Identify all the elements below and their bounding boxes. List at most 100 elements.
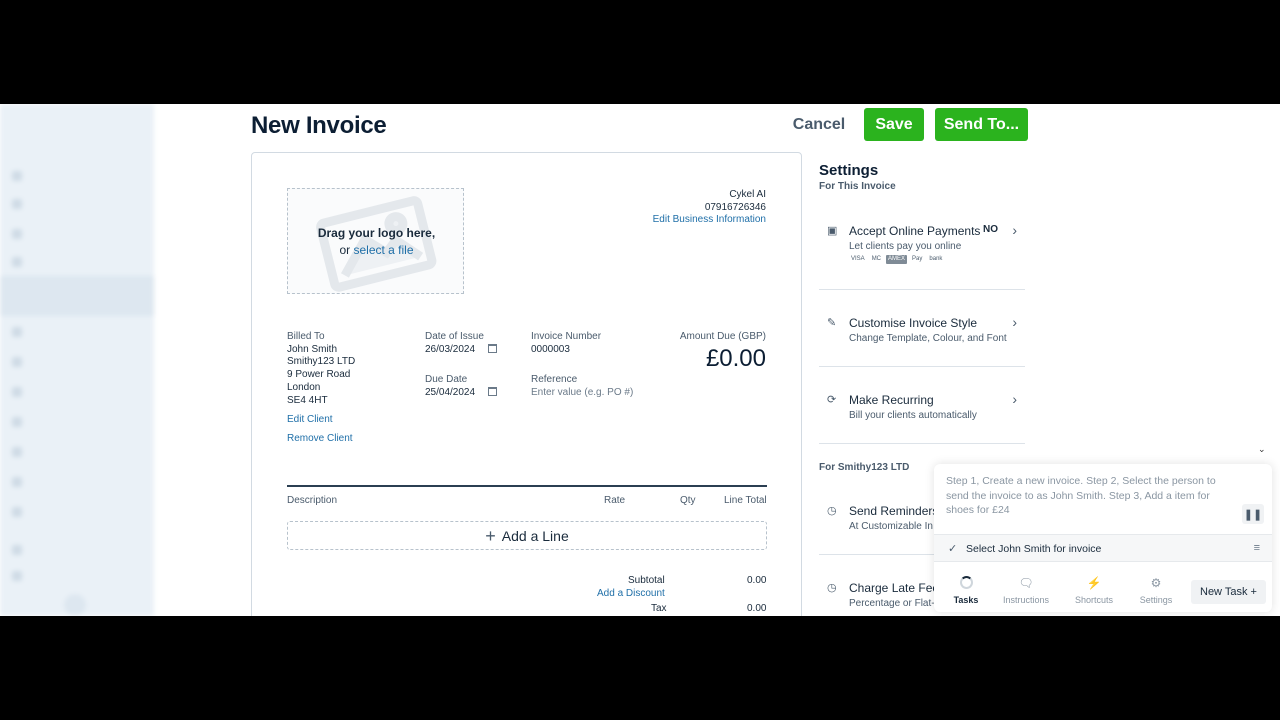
billed-to-label: Billed To xyxy=(287,331,325,342)
avatar[interactable] xyxy=(64,594,86,616)
sidebar-item[interactable] xyxy=(12,570,132,582)
spinner-icon xyxy=(959,575,973,589)
option-title: Make Recurring xyxy=(849,393,934,407)
tab-shortcuts[interactable]: ⚡ Shortcuts xyxy=(1064,572,1124,608)
sidebar-item[interactable] xyxy=(12,506,132,518)
subtotal-value: 0.00 xyxy=(747,575,767,586)
plus-icon: + xyxy=(485,525,496,546)
amount-due: Amount Due (GBP) £0.00 xyxy=(680,331,766,373)
plus-icon: + xyxy=(1250,586,1257,598)
sidebar-item[interactable] xyxy=(12,544,132,556)
page-title: New Invoice xyxy=(251,112,387,139)
payment-icon: ▣ xyxy=(827,225,838,237)
option-subtitle: At Customizable In xyxy=(849,521,933,532)
client-postcode: SE4 4HT xyxy=(287,394,328,406)
add-discount-link[interactable]: Add a Discount xyxy=(597,588,665,599)
assistant-panel: Step 1, Create a new invoice. Step 2, Se… xyxy=(934,464,1272,612)
date-of-issue[interactable]: Date of Issue 26/03/2024 xyxy=(425,331,498,356)
column-rate: Rate xyxy=(604,495,626,506)
sidebar-item[interactable] xyxy=(12,198,132,210)
assistant-nav: Tasks 🗨 Instructions ⚡ Shortcuts ⚙ Setti… xyxy=(934,568,1272,612)
sidebar-item[interactable] xyxy=(12,386,132,398)
sidebar-item[interactable] xyxy=(12,170,132,182)
amount-due-label: Amount Due (GBP) xyxy=(679,331,766,342)
logo-dropzone-text: Drag your logo here, or select a file xyxy=(288,225,463,259)
settings-title: Settings xyxy=(819,162,879,179)
column-description: Description xyxy=(287,495,338,506)
select-file-link[interactable]: select a file xyxy=(353,243,413,257)
logo-drop-hint: Drag your logo here, xyxy=(317,226,436,240)
late-fee-icon: ◷ xyxy=(827,582,837,594)
invoice-number[interactable]: Invoice Number 0000003 xyxy=(531,331,601,356)
visa-icon: VISA xyxy=(851,256,865,262)
chevron-right-icon: › xyxy=(1012,391,1017,407)
edit-client-link[interactable]: Edit Client xyxy=(287,411,353,430)
tab-tasks-label: Tasks xyxy=(953,594,979,605)
billed-to: Billed To John Smith Smithy123 LTD 9 Pow… xyxy=(287,331,355,407)
chevron-right-icon: › xyxy=(1012,222,1017,238)
due-date-value[interactable]: 25/04/2024 xyxy=(425,387,475,398)
tax-value: 0.00 xyxy=(747,603,767,614)
option-subtitle: Bill your clients automatically xyxy=(849,410,977,421)
date-of-issue-value[interactable]: 26/03/2024 xyxy=(425,344,475,355)
sidebar-item[interactable] xyxy=(12,228,132,240)
sidebar-item[interactable] xyxy=(12,356,132,368)
option-title: Send Reminders xyxy=(849,504,939,518)
option-title: Accept Online Payments xyxy=(849,224,981,238)
accept-online-payments-option[interactable]: ▣ Accept Online Payments NO › Let client… xyxy=(819,222,1025,290)
payments-status: NO xyxy=(983,224,998,235)
calendar-icon[interactable] xyxy=(488,343,498,353)
client-company: Smithy123 LTD xyxy=(287,356,356,368)
calendar-icon[interactable] xyxy=(488,386,498,396)
new-task-button[interactable]: New Task + xyxy=(1191,580,1266,604)
sidebar-item[interactable] xyxy=(12,446,132,458)
business-name: Cykel AI xyxy=(729,189,766,200)
mastercard-icon: MC xyxy=(871,256,882,262)
chevron-down-icon[interactable]: ⌄ xyxy=(1258,444,1266,455)
option-subtitle: Change Template, Colour, and Font xyxy=(849,333,1007,344)
sidebar-item[interactable] xyxy=(12,416,132,428)
sidebar-item[interactable] xyxy=(12,326,132,338)
amount-due-value: £0.00 xyxy=(705,345,766,372)
invoice-number-label: Invoice Number xyxy=(531,331,602,342)
save-button[interactable]: Save xyxy=(864,108,924,141)
tab-tasks[interactable]: Tasks xyxy=(936,572,996,608)
client-name: John Smith xyxy=(287,343,338,355)
task-prompt: Step 1, Create a new invoice. Step 2, Se… xyxy=(946,475,1216,516)
customise-invoice-style-option[interactable]: ✎ Customise Invoice Style › Change Templ… xyxy=(819,314,1025,367)
reminder-icon: ◷ xyxy=(827,505,837,517)
cancel-button[interactable]: Cancel xyxy=(782,108,856,142)
tab-settings-label: Settings xyxy=(1139,594,1173,605)
edit-business-link[interactable]: Edit Business Information xyxy=(653,214,766,227)
chevron-right-icon: › xyxy=(1012,314,1017,330)
reference-input[interactable]: Enter value (e.g. PO #) xyxy=(531,387,633,400)
send-to-button[interactable]: Send To... xyxy=(935,108,1028,141)
invoice-number-value[interactable]: 0000003 xyxy=(531,344,601,357)
option-title: Customise Invoice Style xyxy=(849,316,978,330)
step-menu-icon[interactable]: ≡ xyxy=(1254,542,1260,554)
due-date-label: Due Date xyxy=(425,374,468,385)
tab-instructions-label: Instructions xyxy=(1002,594,1050,605)
sidebar-item[interactable] xyxy=(12,476,132,488)
logo-dropzone[interactable]: Drag your logo here, or select a file xyxy=(287,188,464,294)
client-links: Edit Client Remove Client xyxy=(287,411,353,448)
add-line-button[interactable]: + Add a Line xyxy=(287,521,767,550)
tab-settings[interactable]: ⚙ Settings xyxy=(1126,572,1186,608)
due-date[interactable]: Due Date 25/04/2024 xyxy=(425,374,498,399)
pause-button[interactable]: ❚❚ xyxy=(1242,504,1264,524)
make-recurring-option[interactable]: ⟳ Make Recurring › Bill your clients aut… xyxy=(819,391,1025,444)
new-task-label: New Task xyxy=(1200,586,1248,598)
client-street: 9 Power Road xyxy=(287,369,351,381)
apple-pay-icon: Pay xyxy=(912,256,923,262)
tab-instructions[interactable]: 🗨 Instructions xyxy=(996,572,1056,608)
current-step: ✓ Select John Smith for invoice ≡ xyxy=(934,534,1272,562)
check-icon: ✓ xyxy=(948,543,958,555)
lightning-icon: ⚡ xyxy=(1086,575,1102,590)
logo-drop-or: or xyxy=(339,243,354,257)
reference[interactable]: Reference Enter value (e.g. PO #) xyxy=(531,374,633,399)
sidebar-item[interactable] xyxy=(12,256,132,268)
remove-client-link[interactable]: Remove Client xyxy=(287,430,353,449)
column-qty: Qty xyxy=(680,495,696,506)
bank-icon: bank xyxy=(929,256,943,262)
tab-shortcuts-label: Shortcuts xyxy=(1074,594,1114,605)
